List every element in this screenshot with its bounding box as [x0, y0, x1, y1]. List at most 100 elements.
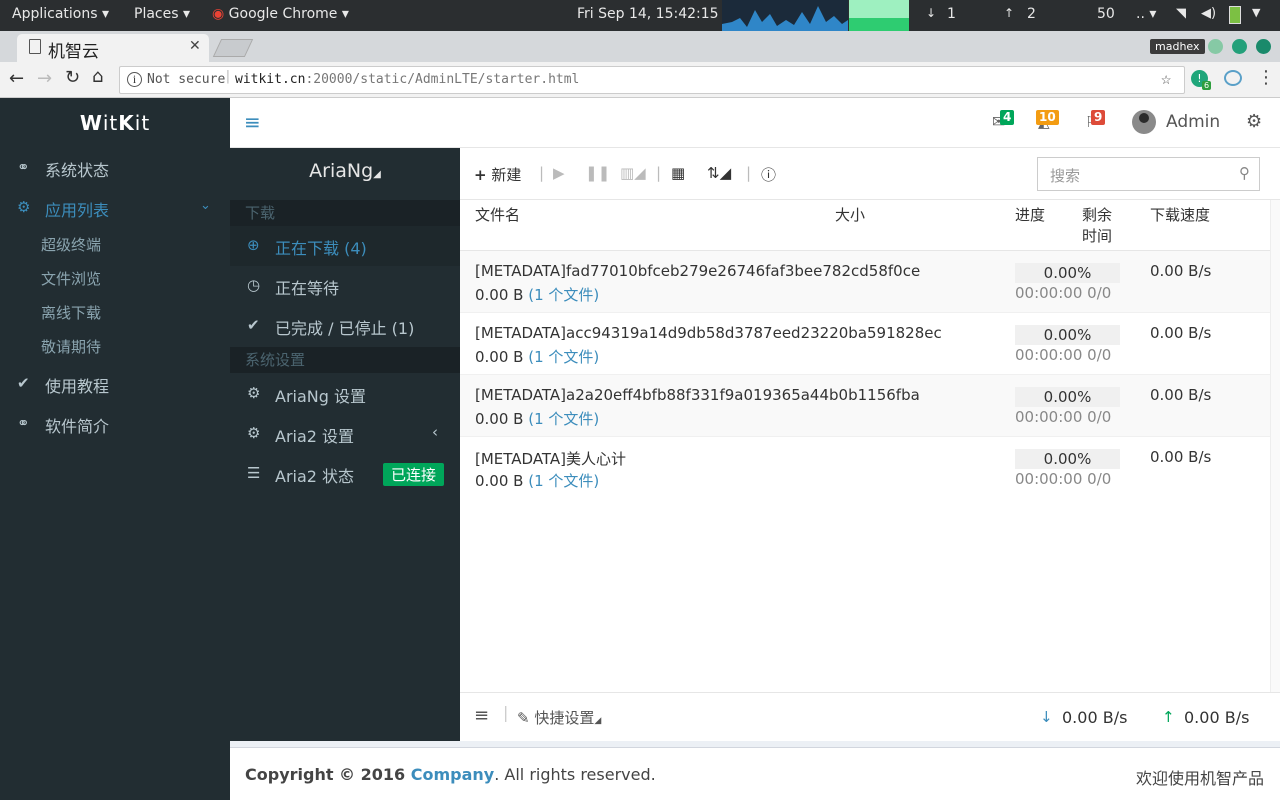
extension-eye-icon[interactable] — [1224, 70, 1242, 86]
omnibox[interactable]: i Not secure | witkit.cn:20000/static/Ad… — [119, 66, 1185, 94]
caret-icon: ◢ — [373, 169, 381, 180]
file-count-link[interactable]: (1 个文件) — [528, 348, 599, 366]
server-icon: ☰ — [247, 464, 261, 482]
back-arrow-icon[interactable]: ← — [9, 68, 24, 89]
applications-menu[interactable]: Applications ▾ — [12, 6, 109, 22]
col-header-remaining[interactable]: 剩余 时间 — [1082, 204, 1112, 246]
search-icon: ⚲ — [1239, 164, 1250, 182]
volume-icon[interactable]: ◀) — [1201, 6, 1216, 21]
battery-icon[interactable] — [1229, 6, 1241, 24]
nav-stopped[interactable]: ✔ 已完成 / 已停止 (1) — [230, 306, 460, 346]
close-tab-icon[interactable]: ✕ — [189, 38, 201, 54]
status-footer: ≡ | ✎ 快捷设置◢ ↓ 0.00 B/s ↑ 0.00 B/s — [460, 692, 1280, 741]
progress-bar: 0.00% — [1015, 387, 1120, 407]
sidebar-item-tutorial[interactable]: ✔ 使用教程 — [0, 364, 230, 404]
gears-icon: ⚙ — [17, 198, 31, 216]
browser-tab[interactable]: 机智云 ✕ — [17, 34, 209, 62]
chrome-menu-icon[interactable]: ⋮ — [1257, 67, 1275, 88]
logo[interactable]: WitKit — [0, 98, 230, 148]
forward-arrow-icon[interactable]: → — [37, 68, 52, 89]
net-up-icon: ↑ — [1004, 6, 1015, 20]
global-download-speed: 0.00 B/s — [1062, 708, 1128, 727]
tasks-button[interactable]: ⚐ 9 — [1085, 110, 1106, 132]
section-header-settings: 系统设置 — [230, 347, 460, 373]
col-header-progress[interactable]: 进度 — [1015, 204, 1045, 225]
page-icon — [29, 39, 41, 54]
sidebar-subitem-coming-soon[interactable]: 敬请期待 — [41, 336, 101, 357]
system-menu-chevron-icon[interactable]: ▼ — [1252, 6, 1260, 19]
file-count-link[interactable]: (1 个文件) — [528, 286, 599, 304]
places-menu[interactable]: Places ▾ — [134, 6, 190, 22]
user-menu[interactable]: Admin — [1132, 110, 1227, 136]
upload-arrow-icon: ↑ — [1162, 708, 1175, 726]
sidebar-subitem-offline-download[interactable]: 离线下载 — [41, 302, 101, 323]
scrollbar[interactable] — [1270, 200, 1280, 692]
nav-ariang-settings[interactable]: ⚙ AriaNg 设置 — [230, 374, 460, 414]
top-header: ≡ ✉ 4 ◭ 10 ⚐ 9 Admin ⚙ — [230, 98, 1280, 148]
memory-graph — [849, 0, 909, 31]
col-header-speed[interactable]: 下载速度 — [1150, 204, 1210, 225]
chrome-icon: ◉ — [212, 6, 225, 22]
maximize-button[interactable] — [1232, 39, 1247, 54]
reload-icon[interactable]: ↻ — [65, 67, 80, 88]
grid-icon[interactable]: ▦ — [671, 164, 685, 182]
sidebar-item-about[interactable]: ⚭ 软件简介 — [0, 404, 230, 444]
copyright: Copyright © 2016 Company. All rights res… — [245, 765, 656, 784]
wifi-icon[interactable]: ◥ — [1176, 6, 1186, 21]
toolbar: + 新建 | ▶ ❚❚ ▥◢ | ▦ ⇅◢ | ⓘ 搜索 ⚲ — [460, 148, 1280, 200]
col-header-name[interactable]: 文件名 — [475, 204, 520, 225]
pause-icon[interactable]: ❚❚ — [585, 164, 610, 182]
minimize-button[interactable] — [1208, 39, 1223, 54]
sidebar-toggle-icon[interactable]: ≡ — [244, 110, 261, 134]
cpu-graph — [722, 0, 848, 31]
nav-downloading[interactable]: ⊕ 正在下载 (4) — [230, 226, 460, 266]
trash-icon[interactable]: ▥◢ — [620, 164, 646, 182]
url-text: witkit.cn:20000/static/AdminLTE/starter.… — [235, 72, 580, 87]
progress-bar: 0.00% — [1015, 325, 1120, 345]
clock[interactable]: Fri Sep 14, 15:42:15 — [577, 6, 719, 22]
chrome-app-menu[interactable]: ◉ Google Chrome ▾ — [212, 6, 349, 22]
table-row[interactable]: [METADATA]美人心计 0.00 B (1 个文件) 0.00% 00:0… — [460, 437, 1270, 499]
quick-settings-button[interactable]: ✎ 快捷设置◢ — [517, 707, 601, 728]
sidebar-subitem-terminal[interactable]: 超级终端 — [41, 234, 101, 255]
company-link[interactable]: Company — [411, 765, 494, 784]
ariang-title[interactable]: AriaNg◢ — [230, 160, 460, 182]
profile-badge[interactable]: madhex — [1150, 39, 1205, 54]
avatar — [1132, 110, 1156, 134]
nav-aria2-status[interactable]: ☰ Aria2 状态 已连接 — [230, 454, 460, 494]
download-panel: + 新建 | ▶ ❚❚ ▥◢ | ▦ ⇅◢ | ⓘ 搜索 ⚲ 文件名 大小 进度… — [460, 148, 1280, 741]
bookmark-star-icon[interactable]: ☆ — [1161, 69, 1171, 89]
home-icon[interactable]: ⌂ — [92, 66, 103, 87]
sidebar-item-system-status[interactable]: ⚭ 系统状态 — [0, 148, 230, 188]
nav-aria2-settings[interactable]: ⚙ Aria2 设置 ‹ — [230, 414, 460, 454]
close-window-button[interactable] — [1256, 39, 1271, 54]
new-task-button[interactable]: + 新建 — [474, 164, 521, 185]
help-icon[interactable]: ⓘ — [761, 164, 776, 185]
link-icon: ⚭ — [17, 414, 30, 432]
file-count-link[interactable]: (1 个文件) — [528, 472, 599, 490]
tray-overflow[interactable]: .. ▾ — [1136, 6, 1156, 22]
settings-gears-icon[interactable]: ⚙ — [1246, 111, 1262, 132]
table-row[interactable]: [METADATA]a2a20eff4bfb88f331f9a019365a44… — [460, 375, 1270, 437]
sort-icon[interactable]: ⇅◢ — [707, 164, 731, 182]
wrench-icon: ✎ — [517, 709, 530, 727]
section-header-download: 下载 — [230, 200, 460, 226]
search-input[interactable]: 搜索 ⚲ — [1037, 157, 1260, 191]
file-count-link[interactable]: (1 个文件) — [528, 410, 599, 428]
table-row[interactable]: [METADATA]fad77010bfceb279e26746faf3bee7… — [460, 251, 1270, 313]
new-tab-button[interactable] — [212, 39, 254, 57]
sidebar-item-app-list[interactable]: ⚙ 应用列表 ⌄ — [0, 188, 230, 228]
sidebar-subitem-file-browser[interactable]: 文件浏览 — [41, 268, 101, 289]
col-header-size[interactable]: 大小 — [835, 204, 865, 225]
notifications-button[interactable]: ◭ 10 — [1036, 110, 1062, 132]
messages-button[interactable]: ✉ 4 — [992, 110, 1015, 132]
info-icon[interactable]: i — [127, 72, 142, 87]
nav-waiting[interactable]: ◷ 正在等待 — [230, 266, 460, 306]
chevron-left-icon: ‹ — [432, 423, 438, 441]
play-icon[interactable]: ▶ — [553, 164, 565, 182]
extension-badge: 6 — [1202, 81, 1212, 90]
aria-sidebar: AriaNg◢ 下载 ⊕ 正在下载 (4) ◷ 正在等待 ✔ 已完成 / 已停止 (1… — [230, 148, 460, 741]
table-row[interactable]: [METADATA]acc94319a14d9db58d3787eed23220… — [460, 313, 1270, 375]
menu-icon[interactable]: ≡ — [474, 705, 489, 726]
tab-strip: 机智云 ✕ madhex — [0, 31, 1280, 62]
